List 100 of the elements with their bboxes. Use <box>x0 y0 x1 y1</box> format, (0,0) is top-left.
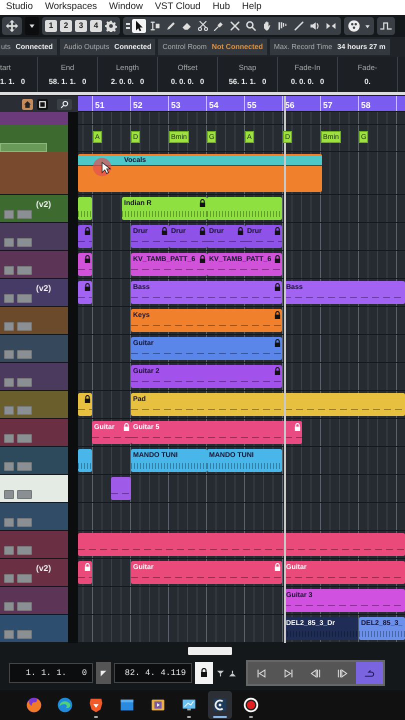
square-icon <box>38 100 47 108</box>
dropdown-button[interactable] <box>25 17 39 35</box>
lock-icon <box>84 255 91 264</box>
tool-button[interactable] <box>132 19 146 33</box>
lock-icon <box>199 255 206 264</box>
settings-icon[interactable] <box>105 20 117 32</box>
bar-number: 58 <box>361 99 370 111</box>
rewind-icon <box>310 668 321 678</box>
bar-number: 51 <box>95 99 104 111</box>
lock-icon <box>199 227 206 236</box>
track-version-label: (v2) <box>36 282 52 295</box>
lock-icon <box>274 339 281 348</box>
lock-icon <box>200 668 208 678</box>
previous-marker-icon <box>256 668 267 678</box>
transport-button[interactable] <box>329 662 356 684</box>
forward-icon <box>337 668 348 678</box>
arrow-pointer-icon <box>133 20 145 32</box>
caret-icon[interactable] <box>364 22 371 30</box>
lock-icon <box>237 227 244 236</box>
mute-icon <box>229 20 241 32</box>
lock-icon <box>274 563 281 572</box>
home-button[interactable] <box>22 98 33 110</box>
punch-in-icon[interactable] <box>216 668 225 678</box>
tool-button[interactable] <box>196 19 210 33</box>
move-icon[interactable] <box>5 19 19 33</box>
search-button[interactable] <box>57 98 72 110</box>
lock-icon <box>274 367 281 376</box>
midi-part[interactable] <box>78 561 92 584</box>
tool-button[interactable] <box>244 19 258 33</box>
menu-item[interactable]: Studio <box>6 0 33 15</box>
menu-item[interactable]: Window <box>109 0 143 15</box>
glue-tube-icon <box>213 20 225 32</box>
lock-icon <box>294 423 301 432</box>
cycle-icon <box>364 668 375 678</box>
lock-icon <box>84 563 91 572</box>
lock-icon <box>274 283 281 292</box>
lock-icon <box>84 227 91 236</box>
square-wave-icon[interactable] <box>380 20 392 32</box>
bar-number: 54 <box>209 99 218 111</box>
key-command-button[interactable]: 4 <box>90 20 102 32</box>
midi-part[interactable] <box>78 393 92 416</box>
key-command-button[interactable]: 2 <box>60 20 72 32</box>
menu-item[interactable]: Hub <box>212 0 230 15</box>
transport-button[interactable] <box>248 662 275 684</box>
lock-icon <box>199 199 206 208</box>
bar-number: 52 <box>133 99 142 111</box>
tool-button[interactable] <box>292 19 306 33</box>
lock-button[interactable] <box>195 662 213 684</box>
bar-number: 57 <box>323 99 332 111</box>
mouse-pointer-icon <box>92 157 114 179</box>
color-tool-icon[interactable] <box>347 19 361 33</box>
pencil-icon <box>165 20 177 32</box>
left-locator-field[interactable]: 1. 1. 1. 0 <box>9 663 93 683</box>
lock-icon <box>274 227 281 236</box>
key-command-button[interactable]: 1 <box>45 20 57 32</box>
taskbar-button[interactable] <box>208 691 232 719</box>
play-tool-icon <box>325 20 337 32</box>
transport-button[interactable] <box>356 662 383 684</box>
midi-part[interactable] <box>78 253 92 276</box>
bar-number: 55 <box>247 99 256 111</box>
daw-icon <box>211 696 229 714</box>
hand-icon <box>261 20 273 32</box>
tool-button[interactable] <box>228 19 242 33</box>
menu-item[interactable]: Workspaces <box>44 0 98 15</box>
lock-icon <box>123 423 130 432</box>
search-icon <box>60 100 69 108</box>
midi-part[interactable] <box>78 281 92 304</box>
caret-icon <box>28 22 36 30</box>
lock-icon <box>84 395 91 404</box>
speaker-icon <box>309 20 321 32</box>
eraser-icon <box>181 20 193 32</box>
frame-button[interactable] <box>37 98 48 110</box>
lock-icon <box>161 227 168 236</box>
menu-item[interactable]: VST Cloud <box>154 0 201 15</box>
punch-out-icon[interactable] <box>228 668 237 678</box>
house-icon <box>23 100 32 108</box>
shield-icon <box>87 696 105 714</box>
activity-strip <box>68 615 78 643</box>
track-version-label: (v2) <box>36 562 52 575</box>
right-locator-field[interactable]: 82. 4. 4.119 <box>114 663 192 683</box>
comp-icon <box>277 20 289 32</box>
line-icon <box>293 20 305 32</box>
grip-handle-icon[interactable] <box>126 20 130 32</box>
record-icon <box>242 696 260 714</box>
key-command-button[interactable]: 3 <box>75 20 87 32</box>
menu-item[interactable]: Help <box>242 0 262 15</box>
zoom-icon <box>245 20 257 32</box>
chord-track-box <box>0 143 47 152</box>
tool-button[interactable] <box>148 19 162 33</box>
next-marker-icon <box>283 668 294 678</box>
track-version-label: (v2) <box>36 198 52 211</box>
browser-icon <box>56 696 74 714</box>
range-icon <box>149 20 161 32</box>
lock-icon <box>274 255 281 264</box>
marker-icon <box>99 668 108 678</box>
scrollbar-thumb[interactable] <box>188 647 232 655</box>
lock-icon <box>274 311 281 320</box>
globe-icon <box>25 696 43 714</box>
lock-icon <box>84 283 91 292</box>
locator-button[interactable] <box>96 662 111 684</box>
